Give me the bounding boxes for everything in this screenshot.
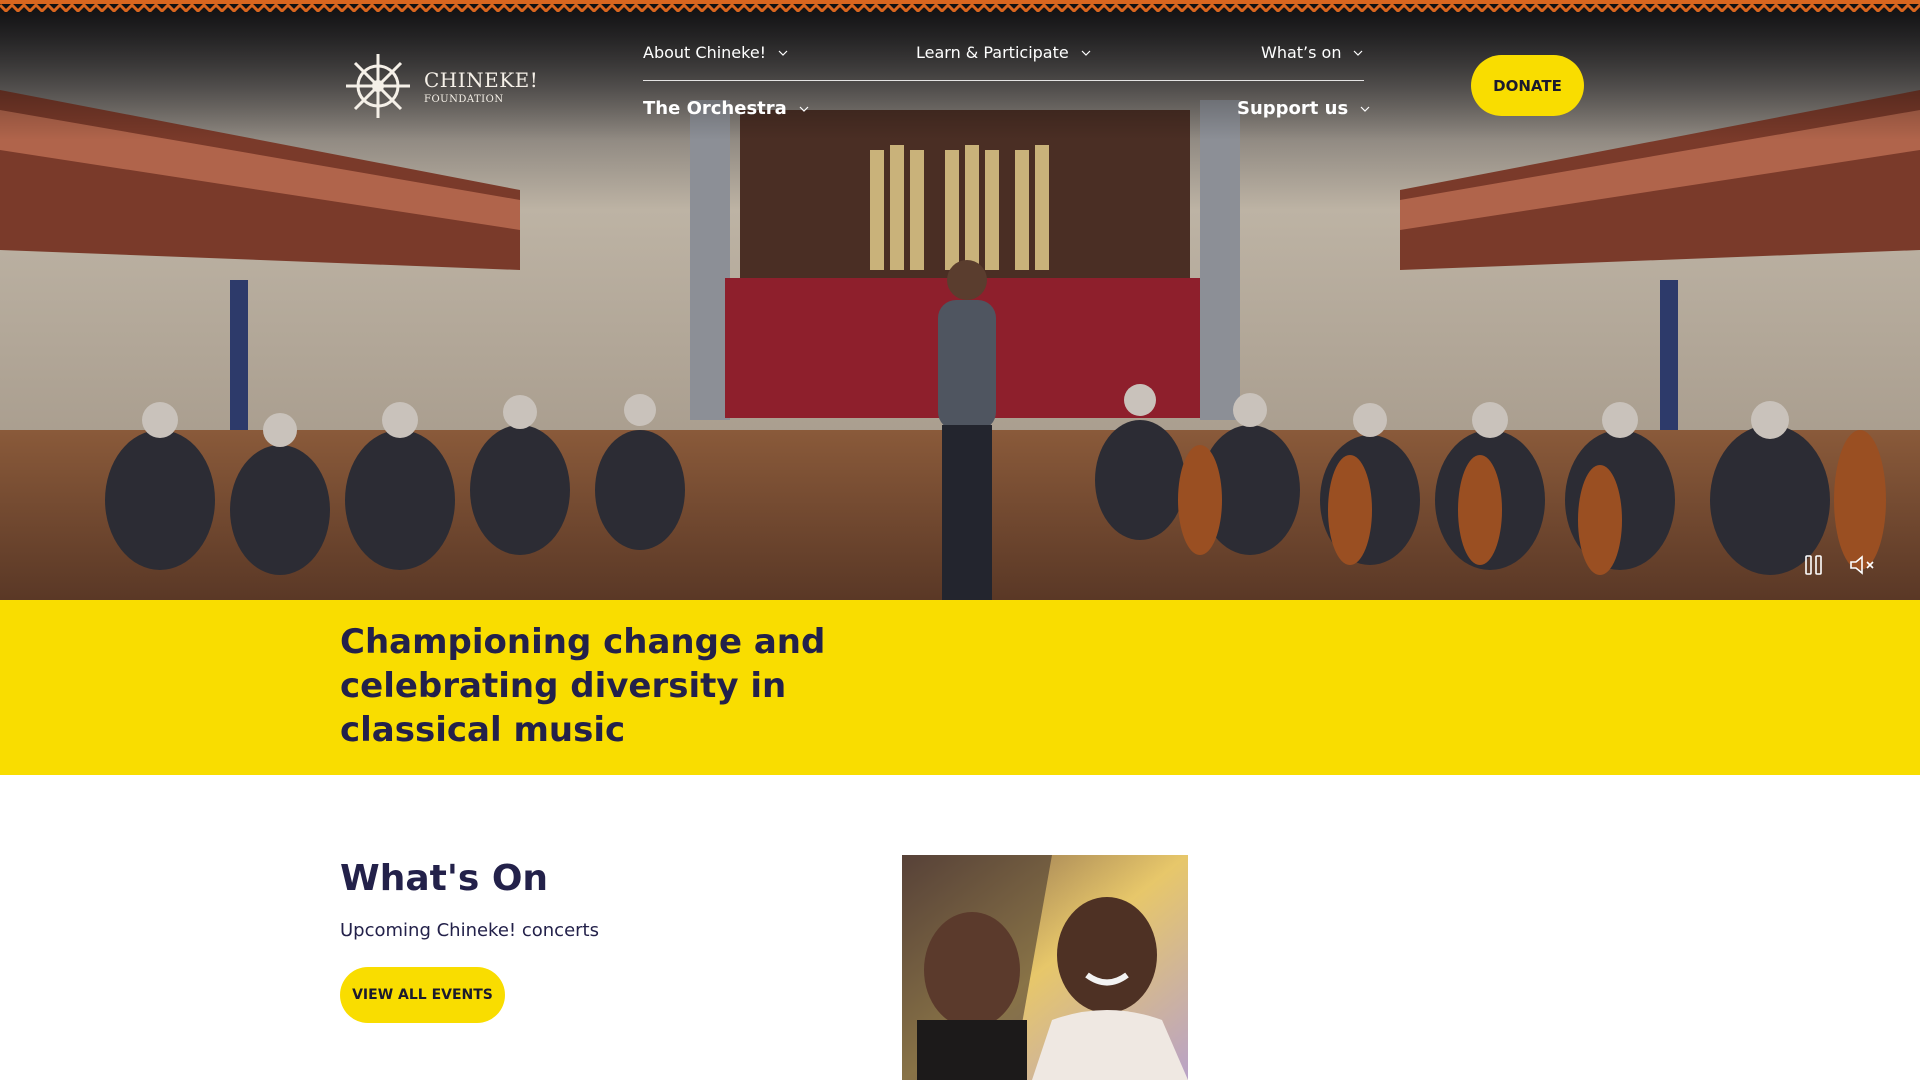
- chevron-down-icon: [1360, 106, 1370, 112]
- logo-wordmark: CHINEKE! FOUNDATION: [424, 68, 538, 105]
- nav-whats-on-label: What’s on: [1261, 43, 1342, 62]
- zigzag-border: [0, 0, 1920, 12]
- mute-button[interactable]: [1849, 554, 1879, 580]
- nav-orchestra[interactable]: The Orchestra: [643, 98, 809, 119]
- event-card-image[interactable]: [902, 855, 1188, 1080]
- nav-divider: [643, 80, 1364, 81]
- tagline-band: [0, 600, 1920, 775]
- pause-icon: [1805, 555, 1822, 575]
- chevron-down-icon: [778, 50, 788, 56]
- nav-support-label: Support us: [1237, 98, 1349, 119]
- nav-about[interactable]: About Chineke!: [643, 43, 788, 62]
- nav-learn-label: Learn & Participate: [916, 43, 1069, 62]
- chineke-emblem-icon: [346, 54, 410, 118]
- donate-button[interactable]: DONATE: [1471, 55, 1584, 116]
- chevron-down-icon: [1081, 50, 1091, 56]
- event-artists-photo: [902, 855, 1188, 1080]
- whats-on-title: What's On: [340, 858, 549, 899]
- chevron-down-icon: [799, 106, 809, 112]
- whats-on-subtitle: Upcoming Chineke! concerts: [340, 920, 599, 941]
- logo-subtitle: FOUNDATION: [424, 93, 504, 105]
- chevron-down-icon: [1354, 50, 1363, 56]
- hero-orchestra-image: [0, 0, 1920, 600]
- nav-orchestra-label: The Orchestra: [643, 98, 787, 119]
- nav-support[interactable]: Support us: [1237, 98, 1370, 119]
- hero-video: [0, 0, 1920, 600]
- hero-tagline: Championing change and celebrating diver…: [340, 622, 826, 750]
- logo[interactable]: CHINEKE! FOUNDATION: [340, 46, 540, 126]
- logo-name: CHINEKE!: [424, 67, 539, 92]
- nav-whats-on[interactable]: What’s on: [1261, 43, 1363, 62]
- mute-icon: [1850, 555, 1874, 575]
- nav-about-label: About Chineke!: [643, 43, 767, 62]
- nav-learn[interactable]: Learn & Participate: [916, 43, 1091, 62]
- view-all-events-button[interactable]: VIEW ALL EVENTS: [340, 967, 505, 1023]
- pause-button[interactable]: [1803, 554, 1825, 580]
